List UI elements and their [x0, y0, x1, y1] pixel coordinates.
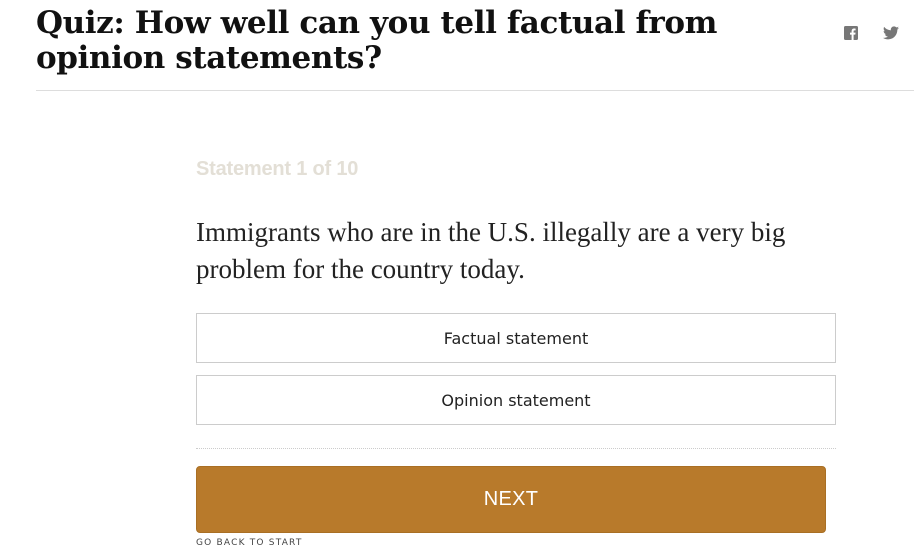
statement-counter: Statement 1 of 10: [196, 158, 359, 180]
factual-statement-button[interactable]: Factual statement: [196, 313, 836, 363]
go-back-to-start-link[interactable]: GO BACK TO START: [196, 538, 303, 548]
next-button[interactable]: NEXT: [196, 466, 826, 533]
header-divider: [36, 90, 914, 91]
opinion-statement-button[interactable]: Opinion statement: [196, 375, 836, 425]
facebook-icon: [844, 26, 858, 40]
divider: [196, 448, 836, 449]
choice-label: Opinion statement: [441, 390, 591, 410]
statement-text: Immigrants who are in the U.S. illegally…: [196, 217, 786, 284]
choice-label: Factual statement: [443, 328, 589, 348]
facebook-share-button[interactable]: [842, 24, 860, 42]
twitter-icon: [883, 26, 899, 40]
page-title: Quiz: How well can you tell factual from…: [36, 5, 718, 76]
twitter-share-button[interactable]: [882, 24, 900, 42]
